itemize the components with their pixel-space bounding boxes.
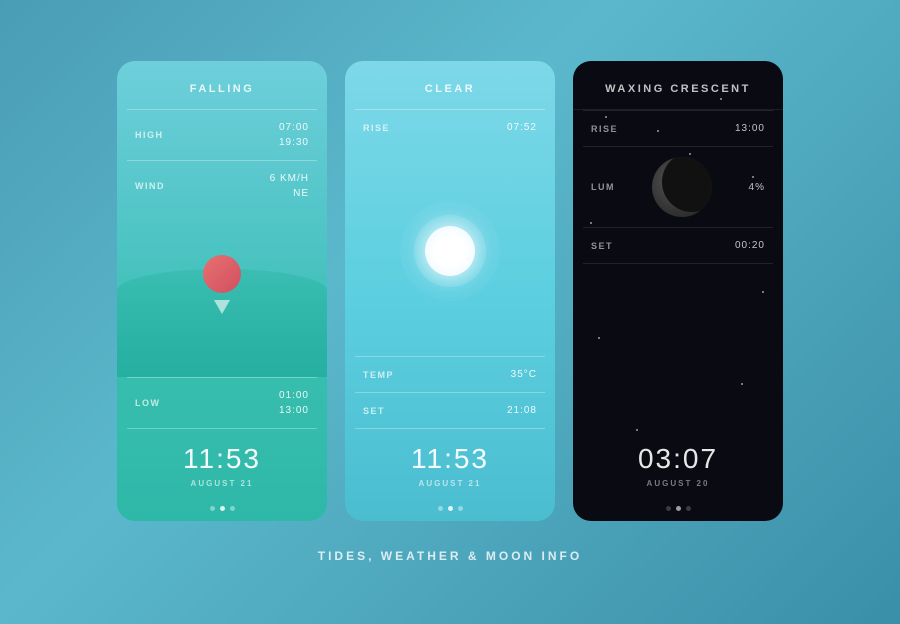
- moon-header: WAXING CRESCENT: [573, 61, 783, 110]
- weather-rise-time: 07:52: [507, 120, 537, 135]
- moon-dots: [573, 506, 783, 521]
- moon-rise-label: RISE: [591, 124, 618, 134]
- wdot-3[interactable]: [458, 506, 463, 511]
- tides-wind-values: 6 KM/H NE: [270, 171, 309, 201]
- weather-visual: [345, 145, 555, 356]
- tides-dots: [117, 506, 327, 521]
- moon-lum-label: LUM: [591, 182, 615, 192]
- moon-bottom: 03:07 AUGUST 20: [573, 429, 783, 506]
- mdot-1[interactable]: [666, 506, 671, 511]
- tides-card: FALLING HIGH 07:00 19:30 WIND 6 KM/H NE: [117, 61, 327, 521]
- weather-temp-row: TEMP 35°C: [345, 357, 555, 392]
- dot-3[interactable]: [230, 506, 235, 511]
- tides-arrow-icon: [214, 300, 230, 314]
- tides-low-label: LOW: [135, 398, 161, 408]
- moon-shadow: [662, 157, 712, 212]
- tides-low-row: LOW 01:00 13:00: [117, 378, 327, 428]
- weather-rise-row: RISE 07:52: [345, 110, 555, 145]
- weather-temp-label: TEMP: [363, 370, 394, 380]
- moon-lum-row: LUM 4%: [573, 147, 783, 227]
- mdot-2-active[interactable]: [676, 506, 681, 511]
- tides-bottom: 11:53 AUGUST 21: [117, 429, 327, 506]
- moon-set-time: 00:20: [735, 238, 765, 253]
- tides-wind-speed: 6 KM/H: [270, 171, 309, 186]
- moon-date: AUGUST 20: [583, 479, 773, 488]
- tides-high-values: 07:00 19:30: [279, 120, 309, 150]
- cards-container: FALLING HIGH 07:00 19:30 WIND 6 KM/H NE: [117, 61, 783, 521]
- wdot-1[interactable]: [438, 506, 443, 511]
- sun-glow-outer: [400, 201, 500, 301]
- tides-sun-icon: [203, 255, 241, 293]
- moon-base: [652, 157, 712, 217]
- tides-wind-row: WIND 6 KM/H NE: [117, 161, 327, 211]
- weather-card: CLEAR RISE 07:52 TEMP 35°C SET 21:08: [345, 61, 555, 521]
- tides-high-label: HIGH: [135, 130, 164, 140]
- moon-card: WAXING CRESCENT RISE 13:00 LUM 4% SET 00…: [573, 61, 783, 521]
- weather-set-label: SET: [363, 406, 385, 416]
- tides-time: 11:53: [127, 443, 317, 475]
- moon-visual: [652, 157, 712, 217]
- wdot-2-active[interactable]: [448, 506, 453, 511]
- sun-glow-inner: [414, 215, 486, 287]
- moon-time: 03:07: [583, 443, 773, 475]
- weather-dots: [345, 506, 555, 521]
- tides-low-time2: 13:00: [279, 403, 309, 418]
- moon-lum-value: 4%: [749, 180, 765, 195]
- weather-set-row: SET 21:08: [345, 393, 555, 428]
- tides-wind-dir: NE: [293, 186, 309, 201]
- weather-rise-label: RISE: [363, 123, 390, 133]
- dot-1[interactable]: [210, 506, 215, 511]
- weather-bottom: 11:53 AUGUST 21: [345, 429, 555, 506]
- weather-time: 11:53: [355, 443, 545, 475]
- tides-low-values: 01:00 13:00: [279, 388, 309, 418]
- weather-rise-values: 07:52: [507, 120, 537, 135]
- weather-date: AUGUST 21: [355, 479, 545, 488]
- page-title: TIDES, WEATHER & MOON INFO: [318, 549, 582, 563]
- tides-date: AUGUST 21: [127, 479, 317, 488]
- tides-header: FALLING: [117, 61, 327, 109]
- tides-high-row: HIGH 07:00 19:30: [117, 110, 327, 160]
- weather-temp-value: 35°C: [511, 367, 537, 382]
- moon-rise-row: RISE 13:00: [573, 111, 783, 146]
- tides-high-time2: 19:30: [279, 135, 309, 150]
- tides-wind-label: WIND: [135, 181, 165, 191]
- moon-rise-time: 13:00: [735, 121, 765, 136]
- mdot-3[interactable]: [686, 506, 691, 511]
- sun-core-icon: [425, 226, 475, 276]
- moon-set-label: SET: [591, 241, 613, 251]
- moon-spacer: [573, 264, 783, 429]
- weather-header: CLEAR: [345, 61, 555, 109]
- dot-2-active[interactable]: [220, 506, 225, 511]
- tides-low-time1: 01:00: [279, 388, 309, 403]
- tides-visual: [117, 211, 327, 377]
- moon-icon: [652, 157, 712, 217]
- moon-set-row: SET 00:20: [573, 228, 783, 263]
- weather-set-time: 21:08: [507, 403, 537, 418]
- tides-high-time1: 07:00: [279, 120, 309, 135]
